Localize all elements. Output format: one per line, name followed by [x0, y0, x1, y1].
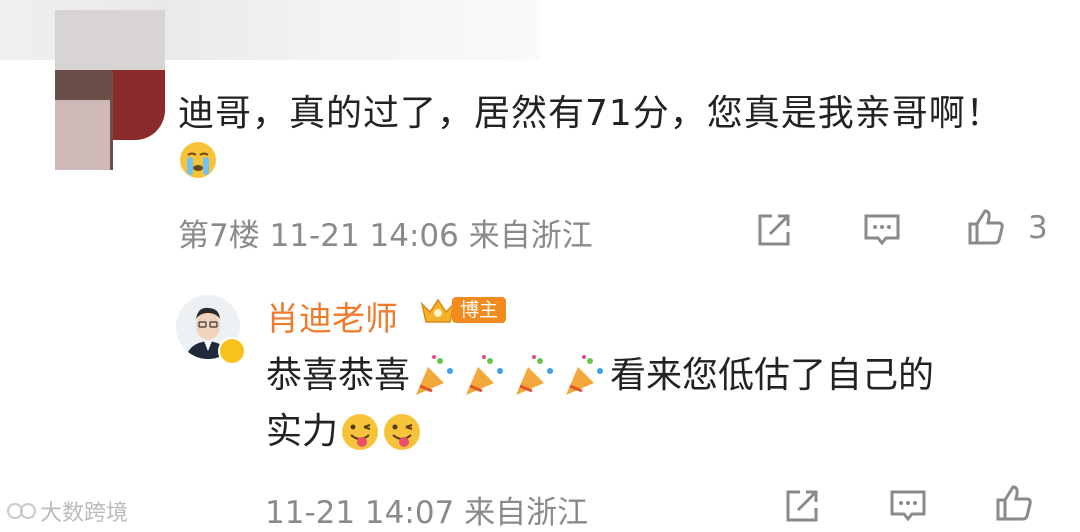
watermark-logo-icon — [7, 503, 36, 519]
blurred-avatar[interactable] — [55, 10, 165, 170]
reply-author-name[interactable]: 肖迪老师 — [266, 292, 398, 340]
party-popper-icon — [466, 355, 504, 395]
comment-text: 迪哥，真的过了，居然有71分，您真是我亲哥啊！ — [178, 93, 1003, 134]
comment-location: 来自浙江 — [468, 218, 593, 254]
reply-text-ability: 实力 — [266, 411, 339, 452]
floor-number: 第7楼 — [178, 218, 260, 254]
reply-location: 来自浙江 — [464, 495, 589, 531]
share-icon[interactable] — [754, 210, 794, 250]
party-popper-icon — [416, 355, 454, 395]
badge-label: 博主 — [452, 297, 507, 323]
watermark: 大数跨境 — [6, 495, 128, 527]
party-popper-icon — [516, 355, 554, 395]
reply-text-line1: 恭喜恭喜 看来您低估了自己的 — [266, 352, 934, 400]
watermark-text: 大数跨境 — [40, 501, 129, 526]
comment-meta: 第7楼 11-21 14:06 来自浙江 — [178, 210, 593, 255]
crying-face-emoji-icon — [180, 142, 216, 178]
tongue-out-emoji-icon — [384, 414, 421, 450]
like-count: 3 — [1028, 210, 1048, 246]
like-icon[interactable] — [966, 207, 1006, 247]
tongue-out-emoji-icon — [342, 414, 379, 450]
comment-icon[interactable] — [862, 210, 902, 250]
reply-timestamp: 11-21 14:07 — [265, 495, 455, 531]
share-icon[interactable] — [782, 486, 822, 526]
reply-text-congrats: 恭喜恭喜 — [266, 355, 411, 396]
comment-timestamp: 11-21 14:06 — [269, 218, 459, 254]
reply-text-line2: 实力 — [266, 408, 422, 456]
reply-meta: 11-21 14:07 来自浙江 — [265, 487, 588, 532]
verified-badge-icon — [218, 337, 246, 365]
comment-icon[interactable] — [888, 486, 928, 526]
blogger-badge: 博主 — [418, 294, 507, 326]
party-popper-icon — [566, 355, 604, 395]
like-icon[interactable] — [994, 483, 1034, 523]
reply-text-rest: 看来您低估了自己的 — [610, 355, 935, 396]
